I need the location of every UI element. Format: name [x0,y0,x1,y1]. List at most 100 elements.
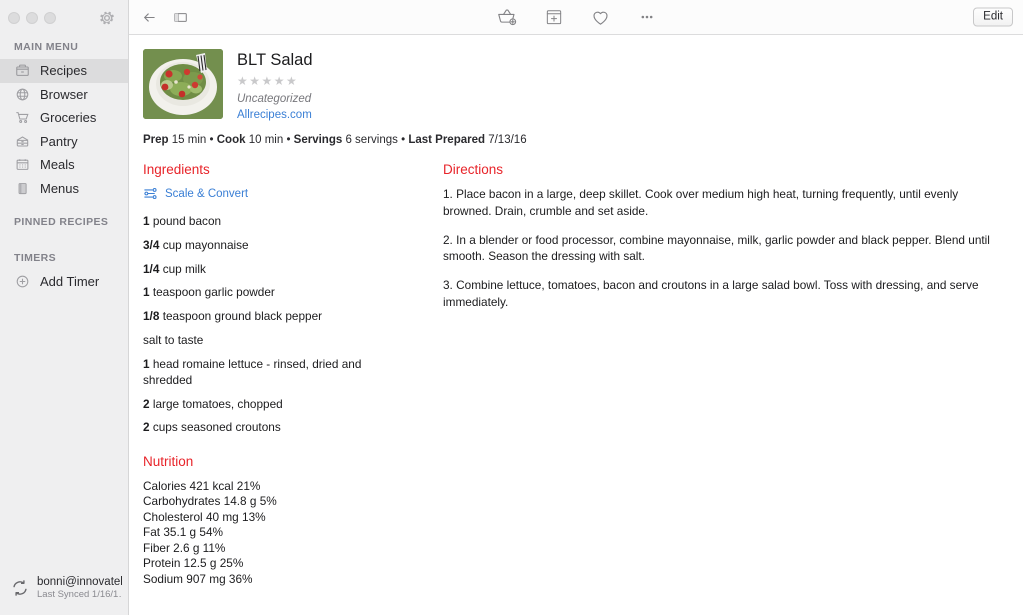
recipe-source-link[interactable]: Allrecipes.com [237,109,313,121]
ingredient-text: salt to taste [143,332,204,347]
nutrition-item: Fiber 2.6 g 11% [143,540,226,555]
ingredient-text: cup milk [162,261,206,276]
meta-separator: • [209,134,214,146]
ingredient-item[interactable]: 2 large tomatoes, chopped [143,396,408,412]
last-prepared-label: Last Prepared [408,134,486,146]
cook-label: Cook [216,134,246,146]
calendar-icon [14,156,31,173]
basket-plus-icon[interactable] [496,6,518,28]
ingredient-item[interactable]: 1 teaspoon garlic powder [143,284,408,300]
nutrition-item: Protein 12.5 g 25% [143,556,244,571]
zoom-button[interactable] [44,11,56,24]
nutrition-item: Cholesterol 40 mg 13% [143,509,266,524]
ingredients-title: Ingredients [143,162,210,177]
main-area: Edit BLT Salad ★★★★★ Uncategorized Allre… [129,0,1023,615]
edit-button[interactable]: Edit [973,7,1013,27]
account-name: bonni@innovatel… [37,576,122,588]
sidebar-item-add-timer[interactable]: Add Timer [0,270,128,294]
meta-separator: • [401,134,406,146]
window-controls [0,0,128,35]
heart-icon[interactable] [590,7,611,28]
ingredient-text: teaspoon ground black pepper [162,309,323,324]
nutrition-list: Calories 421 kcal 21% Carbohydrates 14.8 … [143,479,438,588]
ellipsis-icon[interactable] [637,7,657,27]
servings-value: 6 servings [345,134,398,146]
ingredients-list: 1 pound bacon 3/4 cup mayonnaise 1/4 cup m… [143,213,438,436]
rating-stars[interactable]: ★★★★★ [237,75,313,87]
globe-icon [14,86,31,103]
gear-icon[interactable] [98,9,116,27]
sidebar-item-label: Groceries [40,110,97,126]
scale-convert-button[interactable]: Scale & Convert [143,186,438,201]
toolbar: Edit [129,0,1023,35]
ingredient-quantity: 1 [143,285,150,300]
sidebar-item-label: Pantry [40,133,78,149]
sidebar-section-pinned-recipes: PINNED RECIPES [14,216,109,228]
recipe-content: BLT Salad ★★★★★ Uncategorized Allrecipes… [129,35,1023,615]
recipe-box-icon [14,62,31,79]
directions-list: 1. Place bacon in a large, deep skillet.… [443,186,1005,311]
sidebar-item-label: Add Timer [40,274,100,290]
close-button[interactable] [8,11,20,24]
direction-step: 2. In a blender or food processor, combi… [443,232,990,264]
app-window: MAIN MENU Recipes Browser Groceries Pant… [0,0,1023,615]
back-arrow-icon[interactable] [141,9,158,26]
ingredient-text: cups seasoned croutons [152,420,281,435]
ingredient-item[interactable]: 1/8 teaspoon ground black pepper [143,308,408,324]
direction-step: 1. Place bacon in a large, deep skillet.… [443,187,959,218]
ingredient-quantity: 1/8 [143,309,160,324]
square-plus-icon[interactable] [544,7,564,27]
ingredient-item[interactable]: 1 head romaine lettuce - rinsed, dried a… [143,356,408,389]
cook-value: 10 min [248,134,284,146]
sidebar-item-menus[interactable]: Menus [0,177,128,201]
ingredient-quantity: 3/4 [143,237,160,252]
sidebar-item-groceries[interactable]: Groceries [0,106,128,130]
ingredients-column: Ingredients Scale & Convert 1 pound baco… [143,162,438,588]
ingredient-quantity: 1 [143,356,150,371]
ingredient-text: head romaine lettuce - rinsed, dried and… [143,356,362,387]
sidebar-item-meals[interactable]: Meals [0,153,128,177]
account-sync-status: Last Synced 1/16/1… [37,589,122,600]
account-status[interactable]: bonni@innovatel… Last Synced 1/16/1… [0,571,128,615]
ingredient-text: large tomatoes, chopped [152,396,283,411]
sidebar-item-label: Meals [40,157,75,173]
minimize-button[interactable] [26,11,38,24]
ingredient-item[interactable]: 1 pound bacon [143,213,408,229]
sidebar-section-main-menu: MAIN MENU [14,41,79,53]
recipe-meta: Prep 15 min • Cook 10 min • Servings 6 s… [143,134,1005,146]
ingredient-quantity: 2 [143,420,150,435]
sidebar-item-pantry[interactable]: Pantry [0,130,128,154]
nutrition-item: Calories 421 kcal 21% [143,478,261,493]
shopping-cart-icon [14,109,31,126]
ingredient-quantity: 2 [143,396,150,411]
page-title: BLT Salad [237,51,313,69]
nutrition-item: Sodium 907 mg 36% [143,572,253,587]
sync-icon [10,578,30,598]
ingredient-item[interactable]: 2 cups seasoned croutons [143,419,408,435]
directions-title: Directions [443,162,504,177]
ingredient-text: teaspoon garlic powder [152,285,275,300]
directions-column: Directions 1. Place bacon in a large, de… [438,162,1005,588]
ingredient-item[interactable]: 1/4 cup milk [143,261,408,277]
sidebar-toggle-icon[interactable] [172,9,189,26]
scale-convert-label: Scale & Convert [165,187,249,200]
recipe-columns: Ingredients Scale & Convert 1 pound baco… [143,162,1005,588]
recipe-thumbnail[interactable] [143,49,223,119]
ingredient-item[interactable]: 3/4 cup mayonnaise [143,237,408,253]
nutrition-item: Fat 35.1 g 54% [143,525,224,540]
prep-label: Prep [143,134,169,146]
sidebar-item-browser[interactable]: Browser [0,83,128,107]
sidebar-item-label: Recipes [40,63,87,79]
sidebar-section-timers: TIMERS [14,252,57,264]
ingredient-text: pound bacon [152,214,222,228]
servings-label: Servings [293,134,343,146]
sliders-icon [143,186,158,201]
ingredient-item[interactable]: salt to taste [143,332,408,348]
account-text: bonni@innovatel… Last Synced 1/16/1… [37,576,122,600]
menu-book-icon [14,180,31,197]
pantry-drawer-icon [14,133,31,150]
sidebar: MAIN MENU Recipes Browser Groceries Pant… [0,0,129,615]
ingredient-quantity: 1/4 [143,261,160,276]
sidebar-item-recipes[interactable]: Recipes [0,59,128,83]
